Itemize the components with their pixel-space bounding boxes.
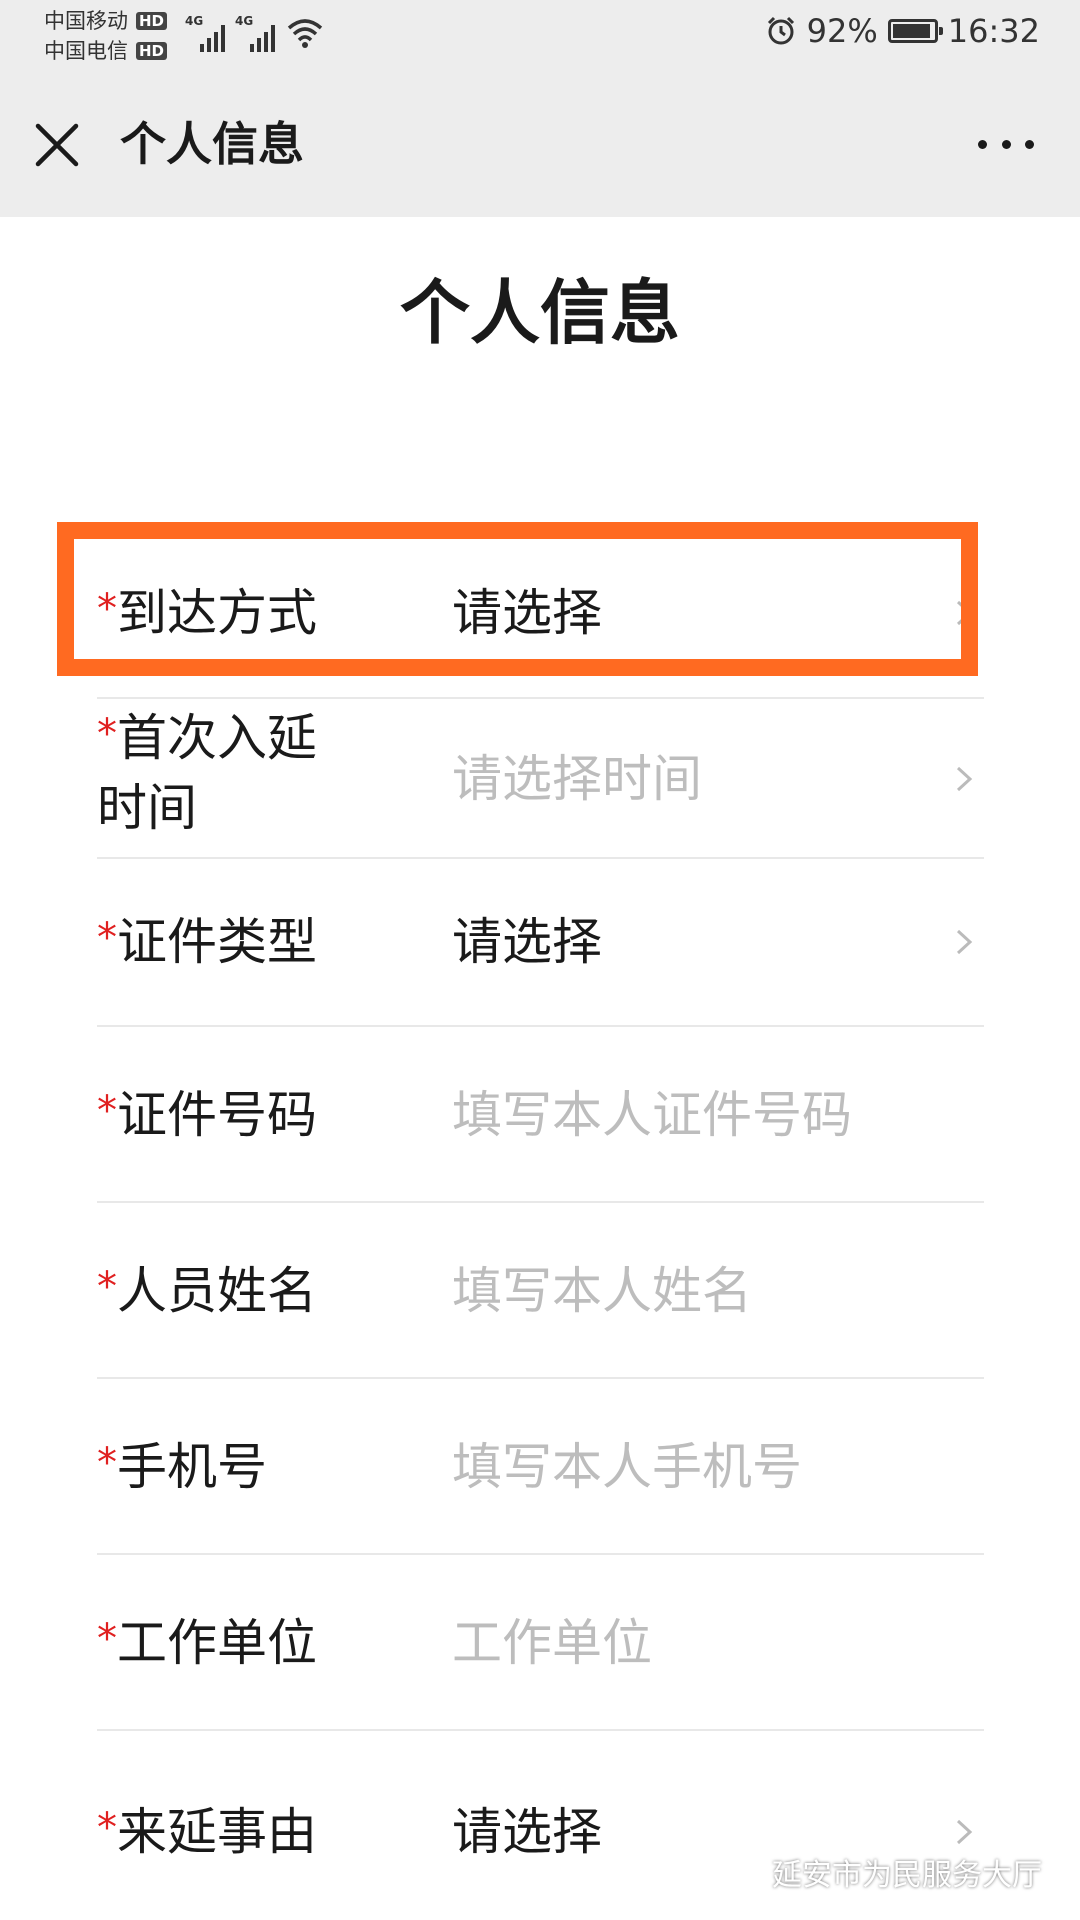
first-entry-time-label: *首次入延 时间 — [97, 709, 317, 837]
signal-group: 4G 4G — [185, 14, 325, 52]
id-number-input[interactable]: 填写本人证件号码 — [452, 1080, 852, 1150]
arrival-method-select[interactable]: 请选择 — [452, 578, 602, 648]
watermark: 延安市为民服务大厅 — [722, 1850, 1042, 1894]
chevron-right-icon — [956, 1819, 973, 1845]
id-number-row: *证件号码 填写本人证件号码 — [97, 1027, 984, 1203]
battery-icon — [887, 19, 943, 43]
chevron-right-icon — [956, 766, 973, 792]
wifi-icon — [287, 19, 323, 48]
alarm-icon — [767, 16, 794, 45]
phone-row: *手机号 填写本人手机号 — [97, 1379, 984, 1555]
battery-percent: 92% — [806, 12, 878, 50]
required-mark: * — [97, 586, 117, 632]
battery-fill — [892, 24, 930, 38]
signal-icon-2: 4G — [235, 14, 275, 52]
id-type-row[interactable]: *证件类型 请选择 — [97, 859, 984, 1027]
arrival-method-row[interactable]: *到达方式 请选择 — [97, 523, 984, 699]
status-right: 92% 16:32 — [765, 12, 1040, 50]
wechat-icon — [722, 1856, 762, 1887]
required-mark: * — [97, 1616, 117, 1662]
name-row: *人员姓名 填写本人姓名 — [97, 1203, 984, 1379]
nav-title: 个人信息 — [120, 117, 304, 171]
carrier-1: 中国移动 — [44, 9, 128, 33]
carrier-2: 中国电信 — [44, 39, 128, 63]
carrier-info: 中国移动 HD 中国电信 HD — [44, 6, 168, 66]
id-type-select[interactable]: 请选择 — [452, 907, 602, 977]
personal-info-form: *到达方式 请选择 *首次入延 时间 请选择时间 *证件类型 请选择 *证件号码 … — [97, 523, 984, 1907]
status-bar: 中国移动 HD 中国电信 HD 4G 4G 92% 16:32 — [0, 0, 1080, 72]
first-entry-time-row[interactable]: *首次入延 时间 请选择时间 — [97, 699, 984, 859]
workplace-input[interactable]: 工作单位 — [452, 1608, 652, 1678]
required-mark: * — [97, 1264, 117, 1310]
id-type-label: *证件类型 — [97, 913, 317, 971]
hd-badge-1: HD — [136, 12, 168, 30]
close-icon[interactable] — [34, 122, 80, 168]
phone-input[interactable]: 填写本人手机号 — [452, 1432, 802, 1502]
watermark-text: 延安市为民服务大厅 — [772, 1858, 1042, 1893]
name-label: *人员姓名 — [97, 1262, 317, 1320]
required-mark: * — [97, 711, 117, 757]
hd-badge-2: HD — [136, 42, 168, 60]
required-mark: * — [97, 1805, 117, 1851]
workplace-label: *工作单位 — [97, 1614, 317, 1672]
required-mark: * — [97, 1440, 117, 1486]
visit-reason-select[interactable]: 请选择 — [452, 1797, 602, 1867]
visit-reason-label: *来延事由 — [97, 1803, 317, 1861]
arrival-method-label: *到达方式 — [97, 584, 317, 642]
chevron-right-icon — [956, 929, 973, 955]
first-entry-time-select[interactable]: 请选择时间 — [452, 744, 702, 814]
more-icon[interactable] — [978, 136, 1034, 152]
required-mark: * — [97, 1088, 117, 1134]
nav-bar: 个人信息 — [0, 72, 1080, 217]
required-mark: * — [97, 915, 117, 961]
id-number-label: *证件号码 — [97, 1086, 317, 1144]
name-input[interactable]: 填写本人姓名 — [452, 1256, 752, 1326]
signal-icon-1: 4G — [185, 14, 225, 52]
page-title: 个人信息 — [400, 272, 680, 354]
chevron-right-icon — [956, 600, 973, 626]
workplace-row: *工作单位 工作单位 — [97, 1555, 984, 1731]
phone-label: *手机号 — [97, 1438, 267, 1496]
clock: 16:32 — [947, 12, 1040, 50]
